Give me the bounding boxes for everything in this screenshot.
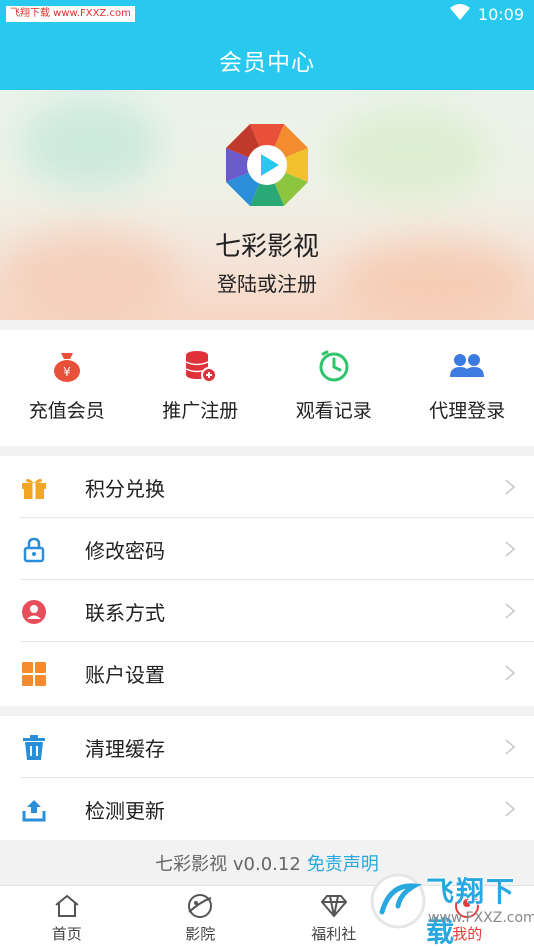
watermark-tag: 飞翔下载 www.FXXZ.com — [6, 6, 135, 22]
nav-home[interactable]: 首页 — [0, 886, 134, 949]
disclaimer-link[interactable]: 免责声明 — [307, 850, 379, 876]
quick-action-promote[interactable]: 推广注册 — [134, 330, 268, 446]
quick-action-label: 推广注册 — [162, 400, 239, 422]
menu-item-label: 清理缓存 — [85, 736, 165, 761]
site-watermark: 飞翔下载 www.FXXZ.com — [370, 862, 534, 948]
database-add-icon — [182, 348, 218, 384]
menu-item-label: 账户设置 — [85, 662, 165, 687]
quick-action-label: 充值会员 — [28, 400, 105, 422]
status-bar: 飞翔下载 www.FXXZ.com 10:09 — [0, 0, 534, 30]
status-time: 10:09 — [477, 4, 524, 24]
app-name: 七彩影视 — [214, 232, 319, 262]
upload-icon — [20, 796, 48, 824]
menu-item-contact[interactable]: 联系方式 — [0, 580, 534, 642]
menu-item-label: 修改密码 — [85, 538, 165, 563]
nav-cinema[interactable]: 影院 — [134, 886, 268, 949]
nav-label: 首页 — [51, 925, 82, 943]
diamond-icon — [319, 891, 349, 921]
watermark-logo-icon — [370, 873, 426, 929]
quick-action-recharge[interactable]: ¥ 充值会员 — [0, 330, 134, 446]
quick-action-history[interactable]: 观看记录 — [267, 330, 401, 446]
login-register-link[interactable]: 登陆或注册 — [0, 268, 534, 297]
menu-item-clear-cache[interactable]: 清理缓存 — [0, 716, 534, 778]
menu-item-points-exchange[interactable]: 积分兑换 — [0, 456, 534, 518]
chevron-right-icon — [504, 540, 516, 558]
wifi-icon — [449, 4, 470, 24]
page-title: 会员中心 — [219, 50, 315, 76]
version-text: 七彩影视 v0.0.12 — [155, 853, 301, 875]
menu-item-account-settings[interactable]: 账户设置 — [0, 642, 534, 704]
chevron-right-icon — [504, 478, 516, 496]
menu-group-account: 积分兑换 修改密码 联系方式 账户设置 — [0, 456, 534, 706]
menu-item-check-update[interactable]: 检测更新 — [0, 778, 534, 840]
trash-icon — [20, 734, 48, 762]
chevron-right-icon — [504, 602, 516, 620]
planet-icon — [185, 891, 215, 921]
grid-icon — [20, 660, 48, 688]
hero-bg-blob — [330, 110, 490, 200]
nav-label: 影院 — [185, 925, 216, 943]
quick-action-agent-login[interactable]: 代理登录 — [401, 330, 534, 446]
lock-icon — [20, 536, 48, 564]
gift-icon — [20, 474, 48, 502]
watermark-url: www.FXXZ.com — [428, 910, 534, 926]
menu-group-system: 清理缓存 检测更新 — [0, 716, 534, 840]
nav-label: 福利社 — [311, 925, 357, 943]
app-logo-icon — [222, 120, 312, 210]
profile-hero[interactable]: 七彩影视 登陆或注册 — [0, 90, 534, 320]
hero-bg-blob — [20, 100, 160, 190]
menu-item-label: 积分兑换 — [85, 476, 165, 501]
chevron-right-icon — [504, 664, 516, 682]
chevron-right-icon — [504, 738, 516, 756]
menu-item-label: 检测更新 — [85, 798, 165, 823]
menu-item-label: 联系方式 — [85, 600, 165, 625]
clock-icon — [316, 348, 352, 384]
contact-icon — [20, 598, 48, 626]
money-bag-icon: ¥ — [49, 348, 85, 384]
home-icon — [52, 891, 82, 921]
app-header: 会员中心 — [0, 30, 534, 90]
svg-text:¥: ¥ — [63, 365, 71, 379]
quick-action-label: 代理登录 — [429, 400, 506, 422]
quick-action-label: 观看记录 — [295, 400, 372, 422]
users-icon — [449, 348, 485, 384]
quick-actions: ¥ 充值会员 推广注册 观看记录 代理登录 — [0, 330, 534, 446]
menu-item-change-password[interactable]: 修改密码 — [0, 518, 534, 580]
chevron-right-icon — [504, 800, 516, 818]
status-right: 10:09 — [449, 4, 524, 24]
